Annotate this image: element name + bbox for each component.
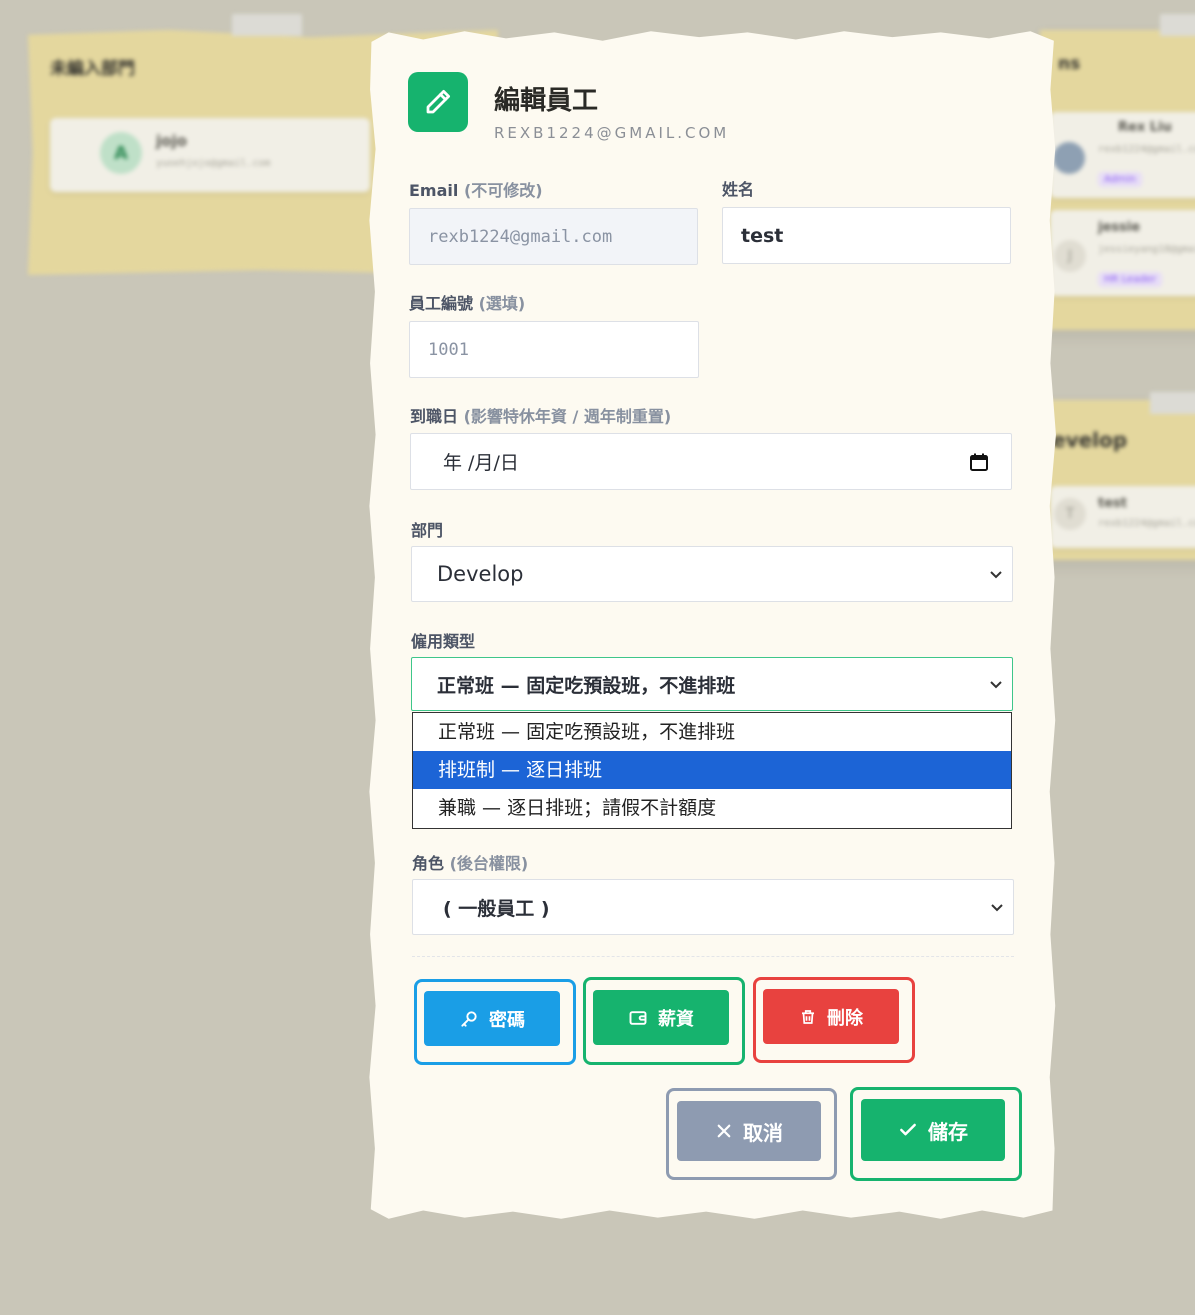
department-label: 部門 [411,521,444,540]
pencil-icon [408,72,468,132]
employee-no-label: 員工編號 (選填) [409,290,525,314]
card-name: jessie [1098,220,1141,235]
hire-date-label-hint: (影響特休年資 / 週年制重置) [463,407,672,426]
password-button-label: 密碼 [489,1009,525,1031]
email-label-hint: (不可修改) [463,181,543,200]
delete-button-label: 刪除 [827,1007,863,1029]
name-field[interactable]: test [722,207,1011,264]
cancel-button-label: 取消 [743,1120,783,1145]
employee-card[interactable] [50,118,370,192]
close-icon [717,1124,731,1138]
check-icon [900,1123,916,1136]
employee-no-field[interactable]: 1001 [409,321,699,378]
chevron-down-icon [990,681,1002,689]
tape-decoration [1150,392,1195,414]
delete-button[interactable]: 刪除 [763,989,899,1044]
employment-type-option[interactable]: 排班制 — 逐日排班 [413,751,1011,789]
hire-date-value: 年 /月/日 [443,452,519,474]
card-email: jessieyang18@gmail.com [1098,244,1195,255]
card-name: test [1098,496,1127,511]
department-value: Develop [437,562,524,586]
name-label: 姓名 [722,180,755,199]
tape-decoration [1160,14,1195,36]
role-label-hint: (後台權限) [449,854,529,873]
email-label: Email (不可修改) [409,177,543,201]
chevron-down-icon [991,904,1003,912]
hire-date-label-text: 到職日 [410,407,459,426]
card-email: yuoehjojo@gmail.com [156,158,271,169]
column-title: 未編入部門 [50,59,135,79]
card-name: jojo [156,132,187,150]
employment-type-value: 正常班 — 固定吃預設班，不進排班 [437,674,736,697]
save-button-label: 儲存 [928,1119,968,1144]
salary-button[interactable]: 薪資 [593,990,729,1045]
role-badge: HR Leader [1098,272,1162,287]
role-select[interactable]: ( 一般員工 ) [412,879,1014,935]
trash-icon [802,1009,814,1024]
calendar-icon[interactable] [969,452,989,472]
employment-type-dropdown: 正常班 — 固定吃預設班，不進排班 排班制 — 逐日排班 兼職 — 逐日排班；請… [412,712,1012,829]
employment-type-label: 僱用類型 [411,632,476,651]
column-title: evelop [1052,428,1128,452]
modal-title: 編輯員工 [494,86,599,116]
chevron-down-icon [990,571,1002,579]
email-value: rexb1224@gmail.com [428,226,613,247]
salary-button-label: 薪資 [658,1008,694,1030]
tape-decoration [232,14,302,36]
role-badge: Admin [1098,172,1142,187]
avatar: T [1054,498,1086,530]
employee-no-label-text: 員工編號 [409,294,474,313]
card-name: Rex Liu [1118,120,1172,135]
employee-no-placeholder: 1001 [428,339,469,360]
card-email: rexb1224@gmail.com [1098,144,1195,155]
save-button[interactable]: 儲存 [861,1099,1005,1161]
card-email: rexb1224@gmail.com [1098,518,1195,529]
role-label: 角色 (後台權限) [412,850,528,874]
cancel-button[interactable]: 取消 [677,1101,821,1161]
employment-type-option[interactable]: 正常班 — 固定吃預設班，不進排班 [413,713,1011,751]
role-value: ( 一般員工 ) [443,897,550,920]
key-icon [461,1010,477,1027]
hire-date-label: 到職日 (影響特休年資 / 週年制重置) [410,403,671,427]
email-label-text: Email [409,181,459,200]
avatar: J [1054,240,1086,272]
modal-subtitle: REXB1224@GMAIL.COM [494,124,730,142]
email-field[interactable]: rexb1224@gmail.com [409,208,698,265]
employment-type-option[interactable]: 兼職 — 逐日排班；請假不計額度 [413,789,1011,827]
hire-date-field[interactable]: 年 /月/日 [410,433,1012,490]
employment-type-select[interactable]: 正常班 — 固定吃預設班，不進排班 [411,657,1013,711]
avatar [1053,142,1085,174]
column-title: ns [1058,54,1081,74]
divider [412,956,1014,957]
role-label-text: 角色 [412,854,445,873]
wallet-icon [629,1010,647,1025]
department-select[interactable]: Develop [411,546,1013,602]
password-button[interactable]: 密碼 [424,991,560,1046]
name-value: test [741,224,784,247]
avatar: A [100,132,142,174]
employee-no-label-hint: (選填) [478,294,526,313]
